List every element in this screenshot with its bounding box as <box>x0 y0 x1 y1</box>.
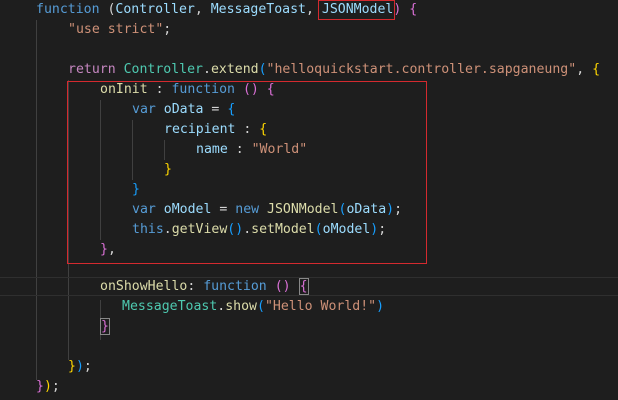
matched-bracket-open: { <box>298 278 309 295</box>
keyword-return: return <box>68 62 116 77</box>
controller-name-string: "helloquickstart.controller.sapganeung" <box>266 62 577 77</box>
keyword-function: function <box>36 2 100 17</box>
code-line-15: onShowHello: function () { <box>100 278 309 295</box>
code-line-16: MessageToast.show("Hello World!") <box>122 299 385 314</box>
messagetoast-ref: MessageToast <box>122 299 218 314</box>
current-line-highlight <box>0 277 618 296</box>
hello-world-string: "Hello World!" <box>264 299 377 314</box>
code-line-2: "use strict"; <box>68 22 172 37</box>
matched-bracket-close: } <box>100 318 110 335</box>
jsonmodel-highlight-box <box>318 0 395 20</box>
code-line-17: } <box>100 317 110 337</box>
onshowhello-method-name: onShowHello <box>100 279 188 294</box>
param-messagetoast: MessageToast <box>210 2 306 17</box>
oninit-highlight-box <box>67 81 427 264</box>
code-line-20: }); <box>36 379 60 394</box>
controller-ref: Controller <box>123 62 203 77</box>
param-controller: Controller <box>115 2 195 17</box>
show-call: show <box>225 299 257 314</box>
keyword-function: function <box>203 279 267 294</box>
code-line-19: }); <box>68 359 92 374</box>
extend-call: extend <box>210 62 259 77</box>
use-strict-string: "use strict" <box>68 22 164 37</box>
code-editor[interactable]: function (Controller, MessageToast, JSON… <box>0 0 618 400</box>
indent-guide <box>36 20 37 380</box>
code-line-4: return Controller.extend("helloquickstar… <box>68 62 601 77</box>
